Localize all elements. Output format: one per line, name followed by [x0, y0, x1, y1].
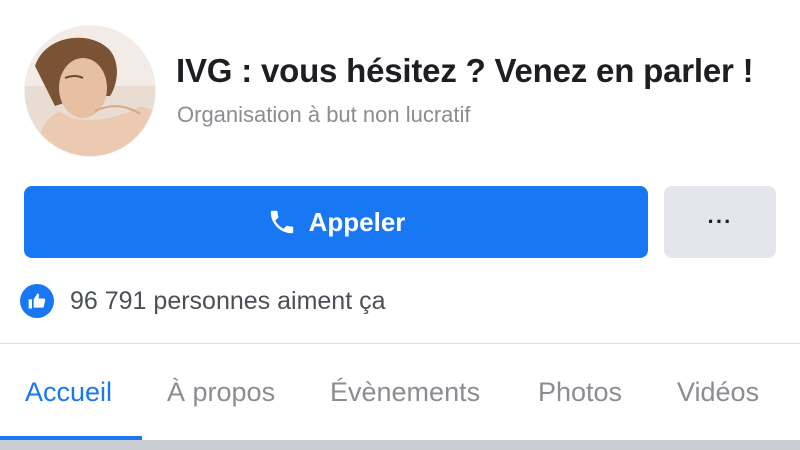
tab-accueil[interactable]: Accueil — [25, 377, 112, 408]
call-button-label: Appeler — [308, 206, 406, 237]
more-options-button[interactable]: ··· — [664, 186, 776, 258]
tab-photos[interactable]: Photos — [538, 377, 622, 408]
tab-evenements[interactable]: Évènements — [330, 377, 480, 408]
avatar-photo — [25, 26, 155, 156]
likes-summary: 96 791 personnes aiment ça — [20, 284, 386, 318]
content-divider — [0, 440, 800, 450]
more-icon: ··· — [707, 209, 733, 234]
thumbs-up-icon — [20, 284, 54, 318]
phone-icon — [270, 210, 293, 234]
tab-videos[interactable]: Vidéos — [677, 377, 759, 408]
page-title: IVG : vous hésitez ? Venez en parler ! — [176, 52, 754, 89]
call-button[interactable]: Appeler — [24, 186, 648, 258]
page-tabs: Accueil À propos Évènements Photos Vidéo… — [0, 365, 800, 425]
divider — [0, 343, 800, 344]
likes-count-text: 96 791 personnes aiment ça — [70, 286, 386, 315]
tab-a-propos[interactable]: À propos — [167, 377, 275, 408]
page-category: Organisation à but non lucratif — [177, 102, 471, 127]
profile-avatar[interactable] — [25, 26, 155, 156]
